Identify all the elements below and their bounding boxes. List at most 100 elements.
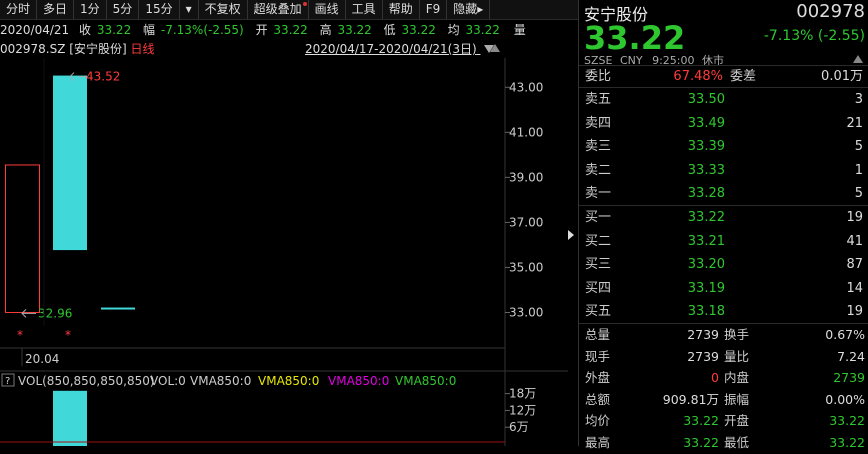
notification-dot-icon xyxy=(302,2,307,6)
volume-indicator-label: VOL(850,850,850,850) xyxy=(18,374,155,388)
bid-price: 33.19 xyxy=(687,280,725,296)
toolbar-item-11[interactable]: F9 xyxy=(420,0,448,19)
low-label: 低 xyxy=(383,23,396,37)
stat-label: 换手 xyxy=(724,327,750,342)
event-marker-icon: * xyxy=(17,328,23,342)
stat-label: 开盘 xyxy=(724,413,750,428)
bid-row[interactable]: 买四 33.19 14 xyxy=(585,277,867,300)
high-value: 33.22 xyxy=(337,23,372,37)
close-label: 收 xyxy=(79,23,92,37)
toolbar-item-12[interactable]: 隐藏▸ xyxy=(447,0,491,19)
change-value: -7.13%(-2.55) xyxy=(160,23,244,37)
toolbar-item-4[interactable]: 15分 xyxy=(139,0,180,19)
volume-indicator-label: VOL:0 xyxy=(150,374,186,388)
help-icon-glyph: ? xyxy=(5,376,10,387)
toolbar-item-2[interactable]: 1分 xyxy=(74,0,107,19)
ask-price: 33.39 xyxy=(687,139,725,155)
volume-bar xyxy=(53,390,87,446)
date-range-text: 2020/04/17-2020/04/21(3日) xyxy=(305,42,477,56)
toolbar-item-10[interactable]: 帮助 xyxy=(383,0,420,19)
panel-settings-icon[interactable] xyxy=(853,55,863,63)
ask-label: 卖五 xyxy=(585,92,612,107)
event-marker-icon: * xyxy=(65,328,71,342)
toolbar-item-8[interactable]: 画线 xyxy=(309,0,346,19)
vol-tick-label: 12万 xyxy=(509,403,536,417)
y-tick-label: 35.00 xyxy=(509,260,543,274)
vol-tick-label: 6万 xyxy=(509,420,529,434)
bid-row[interactable]: 买一 33.22 19 xyxy=(585,206,867,229)
low-value: 33.22 xyxy=(401,23,436,37)
toolbar-item-3[interactable]: 5分 xyxy=(107,0,140,19)
ask-price: 33.28 xyxy=(687,186,725,202)
ask-row[interactable]: 卖四 33.49 21 xyxy=(585,112,867,135)
ask-volume: 5 xyxy=(854,139,863,155)
toolbar: 分时 多日 1分 5分 15分 ▾ 不复权 超级叠加 画线 工具 帮助 F9 隐藏▸ xyxy=(0,0,578,20)
ask-row[interactable]: 卖二 33.33 1 xyxy=(585,159,867,182)
stat-value: 0.00% xyxy=(825,391,865,407)
y-tick-label: 37.00 xyxy=(509,215,543,229)
toolbar-item-0[interactable]: 分时 xyxy=(0,0,38,19)
order-ratio-row: 委比 67.48% 委差 0.01万 xyxy=(585,65,867,88)
ask-label: 卖四 xyxy=(585,115,612,131)
close-value: 33.22 xyxy=(96,23,132,37)
stat-value: 7.24 xyxy=(837,348,865,364)
volume-indicator-label: VMA850:0 xyxy=(190,374,251,388)
open-label: 开 xyxy=(255,23,268,37)
toolbar-item-5[interactable]: ▾ xyxy=(180,0,199,19)
bid-volume: 19 xyxy=(846,210,863,225)
avg-label: 均 xyxy=(447,23,460,37)
ask-label: 卖三 xyxy=(585,139,612,155)
ask-row[interactable]: 卖三 33.39 5 xyxy=(585,135,867,158)
min-price-label: 32.96 xyxy=(38,306,72,320)
quote-date: 2020/04/21 xyxy=(0,23,70,37)
stat-label: 内盘 xyxy=(724,370,750,385)
vol-tick-label: 18万 xyxy=(509,387,536,401)
stat-value: 909.81万 xyxy=(662,391,719,407)
stat-label: 最低 xyxy=(724,434,750,450)
date-range[interactable]: 2020/04/17-2020/04/21(3日) xyxy=(305,40,494,58)
volume-label: 量 xyxy=(513,23,526,37)
order-ratio-label: 委比 xyxy=(585,69,612,84)
bid-price: 33.18 xyxy=(687,304,725,320)
stat-value: 0 xyxy=(711,370,719,385)
ask-volume: 3 xyxy=(854,92,863,107)
y-tick-label: 39.00 xyxy=(509,170,543,184)
period-label[interactable]: 日线 xyxy=(131,42,155,56)
ask-row[interactable]: 卖五 33.50 3 xyxy=(585,88,867,111)
bid-row[interactable]: 买五 33.18 19 xyxy=(585,300,867,323)
ask-label: 卖一 xyxy=(585,186,612,202)
expand-panel-icon[interactable] xyxy=(568,230,574,240)
bid-price: 33.20 xyxy=(687,257,725,273)
stat-label: 外盘 xyxy=(585,370,611,385)
order-ratio-value: 67.48% xyxy=(673,69,723,84)
stock-code: 002978.SZ xyxy=(0,42,66,56)
toolbar-item-7[interactable]: 超级叠加 xyxy=(248,0,309,19)
candle xyxy=(53,75,87,251)
y-tick-label: 43.00 xyxy=(509,80,543,94)
bid-label: 买四 xyxy=(585,280,612,296)
ask-price: 33.50 xyxy=(687,92,725,107)
toolbar-item-6[interactable]: 不复权 xyxy=(199,0,248,19)
bid-label: 买三 xyxy=(585,257,612,273)
order-diff-value: 0.01万 xyxy=(821,69,863,84)
y-tick-label: 33.00 xyxy=(509,305,543,319)
bid-row[interactable]: 买三 33.20 87 xyxy=(585,253,867,276)
order-diff-label: 委差 xyxy=(730,69,757,84)
toolbar-item-9[interactable]: 工具 xyxy=(346,0,383,19)
volume-indicator-label: VMA850:0 xyxy=(258,374,319,388)
ask-row[interactable]: 卖一 33.28 5 xyxy=(585,182,867,205)
ask-volume: 21 xyxy=(846,115,863,131)
volume-indicator-label: VMA850:0 xyxy=(328,374,389,388)
ask-price: 33.33 xyxy=(687,162,725,178)
y-tick-label: 41.00 xyxy=(509,125,543,139)
stock-name: [安宁股份] xyxy=(69,42,127,56)
stat-value: 33.22 xyxy=(829,413,865,428)
panel-stock-code: 002978 xyxy=(796,1,865,22)
toolbar-item-1[interactable]: 多日 xyxy=(37,0,75,19)
stat-value: 0.67% xyxy=(825,327,865,342)
stat-label: 振幅 xyxy=(724,391,750,407)
bid-volume: 14 xyxy=(846,280,863,296)
settings-up-icon[interactable] xyxy=(490,44,500,52)
bid-row[interactable]: 买二 33.21 41 xyxy=(585,230,867,253)
bid-label: 买一 xyxy=(585,210,612,225)
